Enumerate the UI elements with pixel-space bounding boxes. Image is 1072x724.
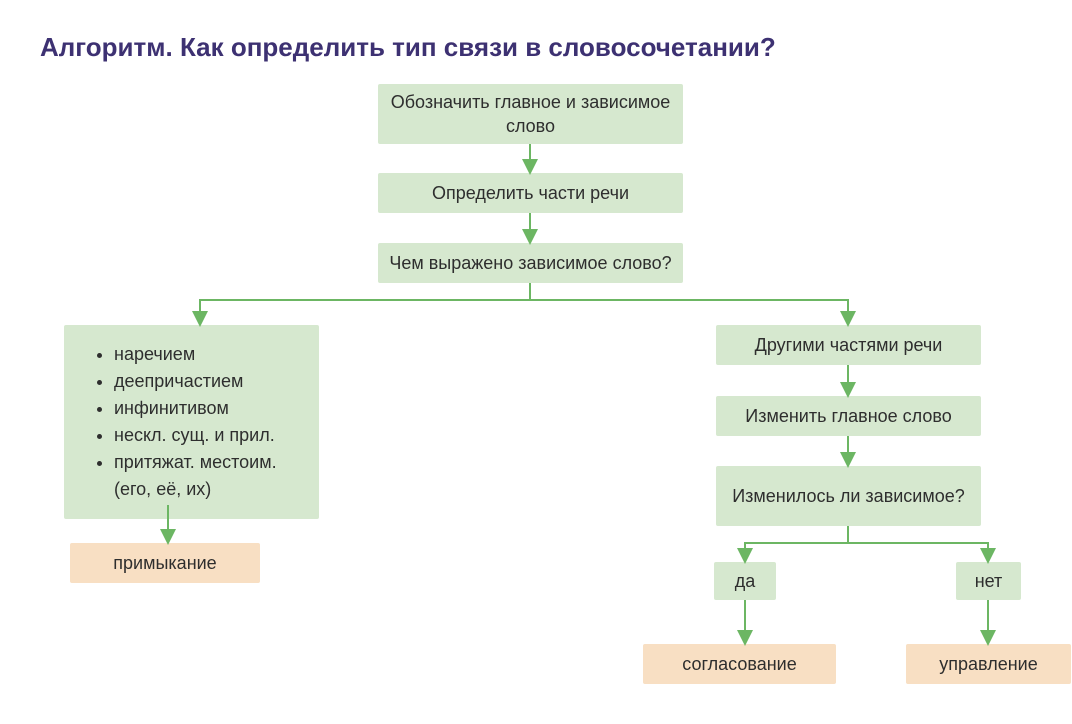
node-result-upravlenie: управление [906, 644, 1071, 684]
node-result-primykanie: примыкание [70, 543, 260, 583]
node-step2: Определить части речи [378, 173, 683, 213]
list-item: наречием [114, 341, 299, 368]
node-question2-label: Изменилось ли зависимое? [732, 484, 965, 508]
node-no: нет [956, 562, 1021, 600]
node-step1-label: Обозначить главное и зависимое слово [386, 90, 675, 139]
list-item: деепричастием [114, 368, 299, 395]
node-no-label: нет [975, 569, 1003, 593]
node-yes: да [714, 562, 776, 600]
node-step2-label: Определить части речи [432, 181, 629, 205]
node-variants-list: наречием деепричастием инфинитивом нескл… [64, 325, 319, 519]
list-item: инфинитивом [114, 395, 299, 422]
node-change-main-label: Изменить главное слово [745, 404, 952, 428]
node-change-main: Изменить главное слово [716, 396, 981, 436]
page-title: Алгоритм. Как определить тип связи в сло… [40, 32, 776, 63]
node-step1: Обозначить главное и зависимое слово [378, 84, 683, 144]
list-item: нескл. сущ. и прил. [114, 422, 299, 449]
node-yes-label: да [735, 569, 756, 593]
list-item: притяжат. местоим. (его, её, их) [114, 449, 299, 503]
node-other-pos: Другими частями речи [716, 325, 981, 365]
node-question2: Изменилось ли зависимое? [716, 466, 981, 526]
node-result-soglasovanie: согласование [643, 644, 836, 684]
node-result-soglasovanie-label: согласование [682, 652, 797, 676]
node-other-pos-label: Другими частями речи [755, 333, 943, 357]
node-result-primykanie-label: примыкание [113, 551, 216, 575]
node-question1: Чем выражено зависимое слово? [378, 243, 683, 283]
node-question1-label: Чем выражено зависимое слово? [389, 251, 671, 275]
node-result-upravlenie-label: управление [939, 652, 1037, 676]
